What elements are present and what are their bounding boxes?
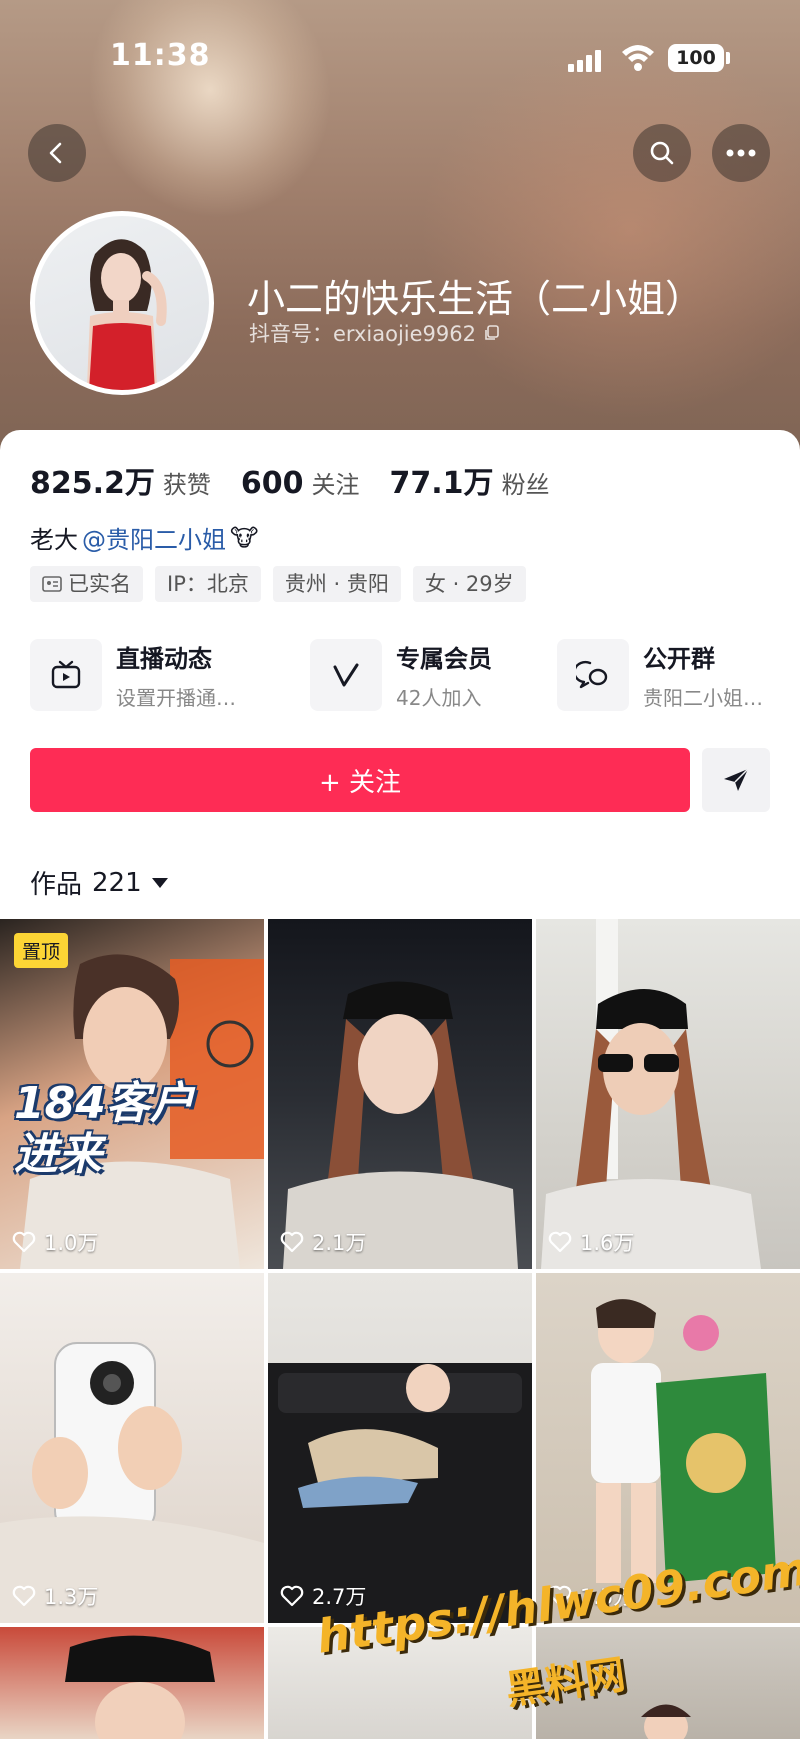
send-message-button[interactable] (702, 748, 770, 812)
video-thumbnail[interactable]: 2.7万 (268, 1273, 532, 1623)
heart-icon (280, 1231, 304, 1253)
tag-verified: 已实名 (30, 566, 143, 602)
following-label: 关注 (311, 471, 360, 499)
video-thumbnail[interactable]: 置顶 184客户 进来 1.0万 (0, 919, 264, 1269)
likes-count[interactable]: 825.2万 (30, 458, 155, 502)
profile-tags: 已实名 IP：北京 贵州 · 贵阳 女 · 29岁 (30, 566, 526, 602)
send-icon (724, 768, 749, 791)
works-label: 作品 (30, 870, 83, 900)
follow-button[interactable]: + 关注 (30, 748, 690, 812)
bio-prefix: 老大 (30, 526, 78, 554)
video-thumbnail[interactable]: 2.1万 (268, 919, 532, 1269)
copy-icon[interactable] (484, 325, 500, 341)
live-tv-icon (51, 660, 81, 689)
video-thumbnail[interactable]: 1.6万 (536, 919, 800, 1269)
search-button[interactable] (633, 124, 691, 182)
douyin-id: 抖音号：erxiaojie9962 (249, 322, 477, 346)
feature-public-group[interactable]: 公开群 贵阳二小姐… (557, 638, 763, 712)
feature-live-updates[interactable]: 直播动态 设置开播通… (30, 638, 236, 712)
likes-counter: 1.3万 (12, 1581, 98, 1611)
tag-gender-age: 女 · 29岁 (412, 566, 526, 602)
heart-icon (548, 1231, 572, 1253)
video-thumbnail[interactable]: 1.3万 (0, 1273, 264, 1623)
pinned-badge: 置顶 (14, 933, 69, 968)
v-member-icon (333, 663, 359, 687)
chevron-down-icon (151, 877, 168, 888)
heart-icon (280, 1585, 304, 1607)
back-arrow-icon (49, 142, 62, 164)
profile-nickname: 小二的快乐生活（二小姐） (247, 277, 704, 321)
wifi-icon (622, 45, 654, 71)
following-count[interactable]: 600 (241, 466, 304, 501)
tag-region: 贵州 · 贵阳 (272, 566, 401, 602)
feature-exclusive-member[interactable]: 专属会员 42人加入 (310, 638, 492, 712)
followers-label: 粉丝 (501, 471, 550, 499)
chat-group-icon (576, 660, 608, 689)
search-icon (650, 141, 674, 165)
id-card-icon (42, 576, 62, 592)
bio: 老大 @贵阳二小姐 🐮 (30, 520, 258, 555)
works-count: 221 (92, 867, 142, 898)
avatar-image (87, 239, 167, 390)
stats-row: 825.2万 获赞 600 关注 77.1万 粉丝 (30, 458, 580, 502)
more-options-button[interactable] (712, 124, 770, 182)
feature-group-subtitle: 贵阳二小姐… (643, 686, 763, 710)
bio-mention-link[interactable]: @贵阳二小姐 (82, 520, 226, 555)
heart-icon (12, 1231, 36, 1253)
feature-live-subtitle: 设置开播通… (116, 686, 236, 710)
battery-tip (726, 52, 730, 64)
feature-live-title: 直播动态 (116, 645, 212, 673)
more-dots-icon (726, 149, 756, 157)
avatar[interactable] (30, 211, 214, 395)
douyin-id-row[interactable]: 抖音号：erxiaojie9962 (249, 318, 500, 348)
battery-indicator: 100 (668, 44, 724, 72)
feature-member-title: 专属会员 (396, 645, 492, 673)
likes-label: 获赞 (162, 471, 211, 499)
back-button[interactable] (28, 124, 86, 182)
cow-emoji: 🐮 (230, 523, 259, 552)
works-tab[interactable]: 作品 221 (30, 864, 168, 901)
feature-group-title: 公开群 (643, 645, 715, 673)
video-overlay-text: 184客户 进来 (14, 1078, 194, 1180)
heart-icon (12, 1585, 36, 1607)
likes-counter: 1.0万 (12, 1227, 98, 1257)
feature-member-subtitle: 42人加入 (396, 686, 482, 710)
tag-ip-location: IP：北京 (155, 566, 261, 602)
status-time: 11:38 (110, 38, 211, 73)
followers-count[interactable]: 77.1万 (390, 458, 494, 502)
cellular-signal-icon (568, 48, 604, 72)
likes-counter: 1.6万 (548, 1227, 634, 1257)
likes-counter: 2.1万 (280, 1227, 366, 1257)
video-thumbnail[interactable] (0, 1627, 264, 1739)
